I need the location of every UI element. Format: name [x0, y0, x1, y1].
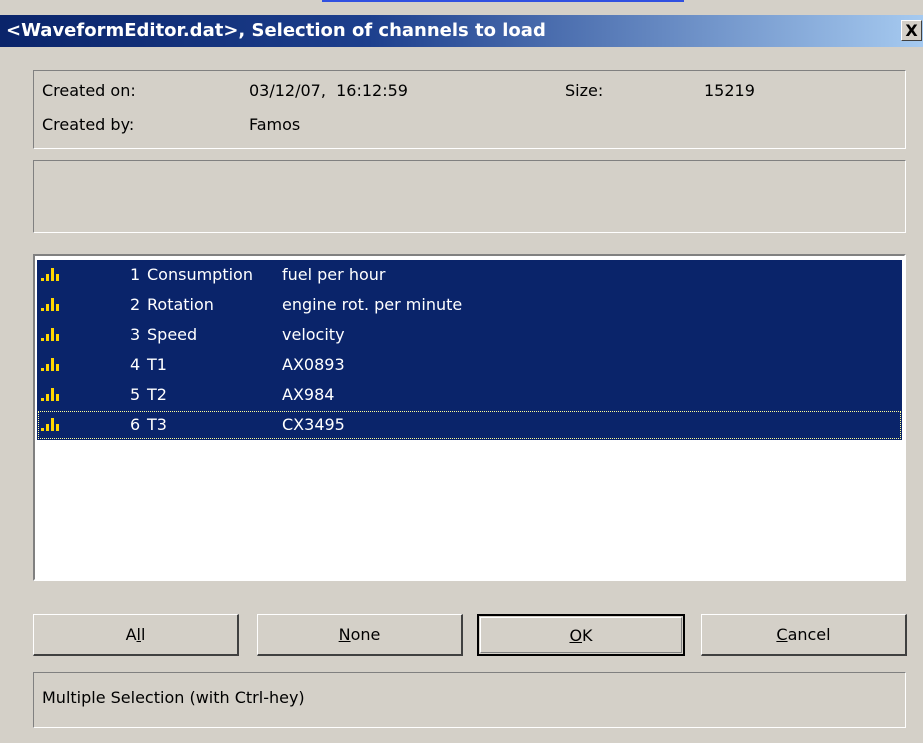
title-bar: <WaveformEditor.dat>, Selection of chann…	[0, 15, 923, 47]
signal-bars-icon	[41, 290, 81, 320]
signal-bars-icon	[41, 380, 81, 410]
channel-name: Rotation	[147, 295, 214, 314]
list-item[interactable]: 4 T1 AX0893	[37, 350, 902, 380]
channel-number: 6	[130, 415, 141, 434]
size-value: 15219	[704, 81, 755, 100]
channel-number: 4	[130, 355, 141, 374]
channel-name: T3	[147, 415, 167, 434]
channel-description: AX0893	[282, 355, 345, 374]
channel-description: velocity	[282, 325, 345, 344]
none-button[interactable]: None	[257, 614, 463, 656]
channel-description: fuel per hour	[282, 265, 386, 284]
top-link-underline	[322, 0, 684, 2]
channel-name: Consumption	[147, 265, 253, 284]
close-icon: X	[905, 21, 918, 40]
channel-number: 1	[130, 265, 141, 284]
channel-name: T1	[147, 355, 167, 374]
channel-description: CX3495	[282, 415, 345, 434]
close-button[interactable]: X	[901, 20, 922, 41]
created-by-label: Created by:	[42, 115, 135, 134]
comment-panel	[33, 160, 906, 233]
signal-bars-icon	[41, 410, 81, 440]
created-by-value: Famos	[249, 115, 301, 134]
ok-button[interactable]: OK	[477, 614, 685, 656]
signal-bars-icon	[41, 350, 81, 380]
channel-description: engine rot. per minute	[282, 295, 463, 314]
channel-number: 5	[130, 385, 141, 404]
status-bar: Multiple Selection (with Ctrl-hey)	[33, 672, 906, 728]
list-item[interactable]: 3 Speed velocity	[37, 320, 902, 350]
status-text: Multiple Selection (with Ctrl-hey)	[42, 688, 305, 707]
size-label: Size:	[565, 81, 604, 100]
list-item[interactable]: 2 Rotation engine rot. per minute	[37, 290, 902, 320]
cancel-button[interactable]: Cancel	[701, 614, 907, 656]
channel-number: 2	[130, 295, 141, 314]
all-button[interactable]: All	[33, 614, 239, 656]
created-on-label: Created on:	[42, 81, 136, 100]
ok-button-label: OK	[569, 626, 593, 645]
signal-bars-icon	[41, 260, 81, 290]
cancel-button-label: Cancel	[776, 625, 831, 644]
list-item[interactable]: 1 Consumption fuel per hour	[37, 260, 902, 290]
channel-list[interactable]: 1 Consumption fuel per hour 2 Rotation e…	[33, 254, 906, 581]
list-item[interactable]: 5 T2 AX984	[37, 380, 902, 410]
none-button-label: None	[338, 625, 381, 644]
list-item[interactable]: 6 T3 CX3495	[37, 410, 902, 440]
top-link-bar	[0, 0, 923, 15]
file-info-panel: Created on: 03/12/07, 16:12:59 Size: 152…	[33, 70, 906, 149]
all-button-label: All	[125, 625, 146, 644]
channel-number: 3	[130, 325, 141, 344]
signal-bars-icon	[41, 320, 81, 350]
channel-name: Speed	[147, 325, 198, 344]
window-title: <WaveformEditor.dat>, Selection of chann…	[6, 20, 546, 41]
created-on-value: 03/12/07, 16:12:59	[249, 81, 408, 100]
channel-description: AX984	[282, 385, 335, 404]
channel-name: T2	[147, 385, 167, 404]
